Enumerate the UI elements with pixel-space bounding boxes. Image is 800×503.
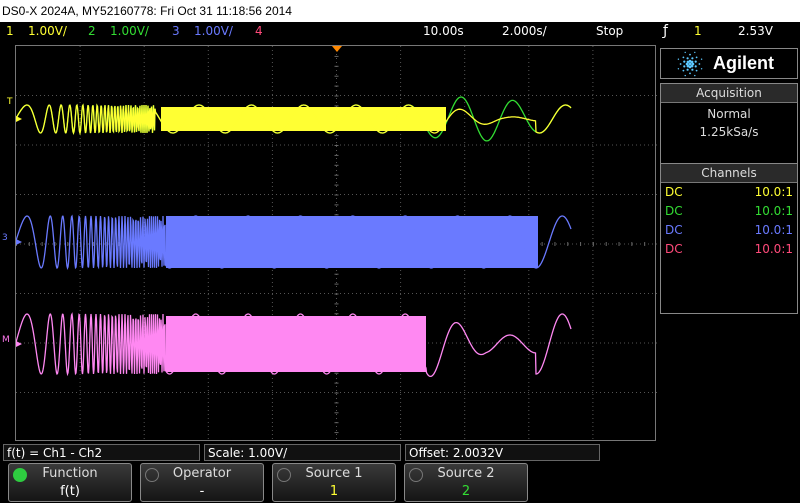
ch1-probe: 10.0:1: [754, 185, 793, 199]
trigger-level-marker[interactable]: T: [7, 97, 13, 107]
source2-softkey[interactable]: Source 2 2: [404, 463, 528, 502]
math-scale[interactable]: Scale: 1.00V/: [204, 444, 401, 461]
operator-softkey[interactable]: Operator -: [140, 463, 264, 502]
ch2-probe: 10.0:1: [754, 204, 793, 218]
math-function[interactable]: f(t) = Ch1 - Ch2: [3, 444, 200, 461]
waveform-canvas: [16, 46, 657, 439]
status-row: 1 1.00V/ 2 1.00V/ 3 1.00V/ 4 10.00s 2.00…: [0, 22, 800, 41]
trigger-slope-icon: ƒ: [663, 23, 668, 39]
brand-name: Agilent: [713, 53, 774, 73]
window-title: DS0-X 2024A, MY52160778: Fri Oct 31 11:1…: [0, 0, 800, 22]
ch4-probe: 10.0:1: [754, 242, 793, 256]
math-ground-marker[interactable]: M: [2, 335, 10, 345]
channel-row-1[interactable]: DC 10.0:1: [661, 183, 797, 202]
side-panel: Agilent Acquisition Normal 1.25kSa/s Cha…: [660, 48, 798, 440]
knob-icon: [277, 468, 291, 482]
agilent-spark-icon: [677, 51, 703, 77]
softkey-value: -: [199, 484, 205, 499]
softkey-label: Source 1: [305, 466, 363, 481]
time-delay[interactable]: 10.00s: [423, 22, 464, 41]
knob-icon: [409, 468, 423, 482]
ch3-probe: 10.0:1: [754, 223, 793, 237]
function-softkey[interactable]: Function f(t): [8, 463, 132, 502]
trigger-level[interactable]: 2.53V: [738, 22, 773, 41]
softkey-value: f(t): [60, 484, 80, 499]
ch2-scale[interactable]: 1.00V/: [110, 22, 149, 41]
softkey-value: 1: [329, 484, 339, 499]
ch4-coupling: DC: [665, 242, 683, 256]
ch3-ground-marker[interactable]: 3: [2, 233, 8, 243]
sample-rate: 1.25kSa/s: [699, 125, 759, 139]
ch4-number[interactable]: 4: [255, 22, 263, 41]
ch1-coupling: DC: [665, 185, 683, 199]
math-status-row: f(t) = Ch1 - Ch2 Scale: 1.00V/ Offset: 2…: [0, 444, 800, 462]
channels-box[interactable]: Channels DC 10.0:1 DC 10.0:1 DC 10.0:1 D…: [660, 163, 798, 314]
trigger-source[interactable]: 1: [694, 22, 702, 41]
softkey-label: Operator: [172, 466, 232, 481]
ch2-number[interactable]: 2: [88, 22, 96, 41]
softkey-label: Source 2: [437, 466, 495, 481]
ch1-number[interactable]: 1: [6, 22, 14, 41]
waveform-display[interactable]: [15, 45, 657, 441]
channel-row-2[interactable]: DC 10.0:1: [661, 202, 797, 221]
channels-heading: Channels: [661, 164, 797, 183]
acquisition-heading: Acquisition: [661, 84, 797, 103]
math-offset[interactable]: Offset: 2.0032V: [405, 444, 600, 461]
ch3-number[interactable]: 3: [172, 22, 180, 41]
ch3-coupling: DC: [665, 223, 683, 237]
acquisition-mode: Normal: [707, 107, 751, 121]
channel-row-4[interactable]: DC 10.0:1: [661, 240, 797, 259]
ch1-scale[interactable]: 1.00V/: [28, 22, 67, 41]
ch2-coupling: DC: [665, 204, 683, 218]
knob-icon: [13, 468, 27, 482]
channel-row-3[interactable]: DC 10.0:1: [661, 221, 797, 240]
brand-box: Agilent: [660, 48, 798, 79]
run-state[interactable]: Stop: [596, 22, 623, 41]
softkey-label: Function: [42, 466, 98, 481]
traces: [16, 96, 572, 378]
softkey-value: 2: [461, 484, 471, 499]
time-scale[interactable]: 2.000s/: [502, 22, 547, 41]
knob-icon: [145, 468, 159, 482]
acquisition-box[interactable]: Acquisition Normal 1.25kSa/s: [660, 83, 798, 165]
source1-softkey[interactable]: Source 1 1: [272, 463, 396, 502]
ch3-scale[interactable]: 1.00V/: [194, 22, 233, 41]
